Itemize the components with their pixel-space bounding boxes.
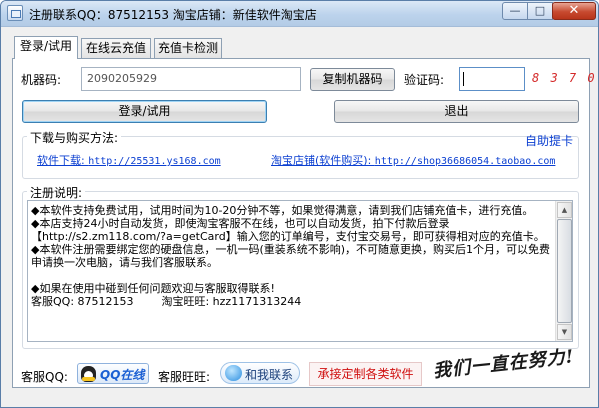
qq-penguin-icon: [81, 366, 96, 382]
wangwang-icon: [225, 365, 242, 381]
notes-line: [31, 269, 551, 282]
app-window: 注册联系QQ：87512153 淘宝店铺：新佳软件淘宝店 — □ ✕ 登录/试用…: [0, 0, 599, 408]
notes-textarea[interactable]: ◆本软件支持免费试用，试用时间为10-20分钟不等，如果觉得满意，请到我们店铺充…: [27, 200, 573, 342]
captcha-image[interactable]: 8 3 7 0: [532, 71, 597, 85]
machine-code-field[interactable]: 2090205929: [81, 67, 301, 91]
shop-link-prefix: 淘宝店铺(软件购买):: [271, 154, 375, 167]
wangwang-contact-label: 和我联系: [245, 368, 294, 382]
qq-online-label: QQ在线: [100, 368, 145, 382]
text-caret: [463, 72, 464, 86]
exit-button[interactable]: 退出: [334, 100, 579, 123]
wangwang-contact-button[interactable]: 和我联系: [220, 362, 300, 384]
captcha-input[interactable]: [459, 67, 525, 91]
captcha-label: 验证码:: [404, 73, 445, 87]
shop-link[interactable]: 淘宝店铺(软件购买): http://shop36686054.taobao.c…: [271, 152, 555, 168]
notes-line: 客服QQ: 87512153 淘宝旺旺: hzz1171313244: [31, 295, 302, 308]
scroll-down-arrow-icon[interactable]: ▼: [557, 324, 572, 340]
software-download-link[interactable]: 软件下载: http://25531.ys168.com: [37, 152, 221, 168]
scroll-up-arrow-icon[interactable]: ▲: [557, 202, 572, 218]
notes-line: ◆本店支持24小时自动发货，即使淘宝客服不在线，也可以自动发货，拍下付款后登录【…: [31, 217, 545, 243]
qq-online-button[interactable]: QQ在线: [77, 363, 149, 384]
download-group-title: 下载与购买方法:: [27, 129, 122, 146]
software-download-url: http://25531.ys168.com: [88, 156, 221, 167]
notes-group-title: 注册说明:: [27, 184, 86, 201]
auto-card-link[interactable]: 自助提卡: [525, 132, 573, 149]
shop-link-url: http://shop36686054.taobao.com: [374, 156, 556, 167]
custom-software-button[interactable]: 承接定制各类软件: [309, 362, 422, 386]
machine-code-label: 机器码:: [21, 73, 62, 87]
scroll-thumb[interactable]: [557, 219, 572, 323]
software-download-prefix: 软件下载:: [37, 154, 89, 167]
notes-line: ◆本软件支持免费试用，试用时间为10-20分钟不等，如果觉得满意，请到我们店铺充…: [31, 204, 534, 217]
notes-scrollbar[interactable]: ▲ ▼: [555, 201, 572, 341]
login-trial-button[interactable]: 登录/试用: [22, 100, 267, 123]
notes-line: ◆本软件注册需要绑定您的硬盘信息，一机一码(重装系统不影响)，不可随意更换，购买…: [31, 243, 551, 269]
qq-label: 客服QQ:: [21, 370, 68, 384]
copy-machine-code-button[interactable]: 复制机器码: [310, 68, 395, 91]
notes-line: ◆如果在使用中碰到任何问题欢迎与客服取得联系!: [31, 282, 275, 295]
wangwang-label: 客服旺旺:: [158, 370, 211, 384]
notes-content: ◆本软件支持免费试用，试用时间为10-20分钟不等，如果觉得满意，请到我们店铺充…: [31, 204, 551, 308]
